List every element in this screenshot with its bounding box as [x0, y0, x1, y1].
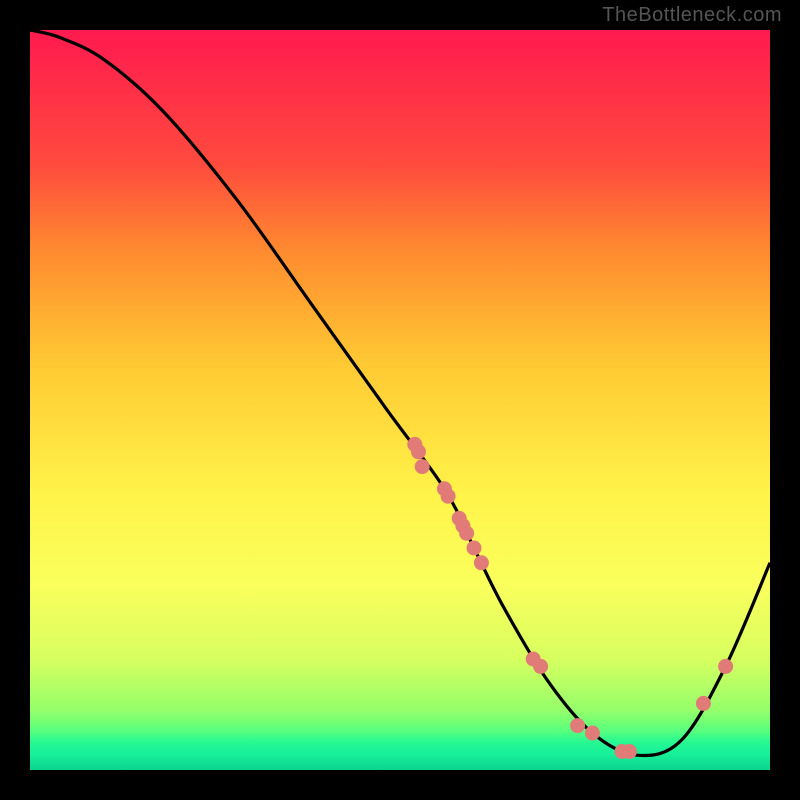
- chart-container: TheBottleneck.com: [0, 0, 800, 800]
- scatter-dot: [415, 459, 430, 474]
- curve-layer: [30, 30, 770, 770]
- scatter-dot: [718, 659, 733, 674]
- scatter-dot: [585, 726, 600, 741]
- scatter-dot: [570, 718, 585, 733]
- bottleneck-curve-line: [30, 30, 770, 756]
- scatter-dot: [441, 489, 456, 504]
- scatter-dot: [459, 526, 474, 541]
- scatter-dot: [622, 744, 637, 759]
- watermark-text: TheBottleneck.com: [602, 4, 782, 27]
- scatter-dot: [474, 555, 489, 570]
- scatter-dot: [411, 444, 426, 459]
- scatter-dot: [696, 696, 711, 711]
- scatter-dot: [467, 541, 482, 556]
- scatter-dot: [533, 659, 548, 674]
- plot-area: [30, 30, 770, 770]
